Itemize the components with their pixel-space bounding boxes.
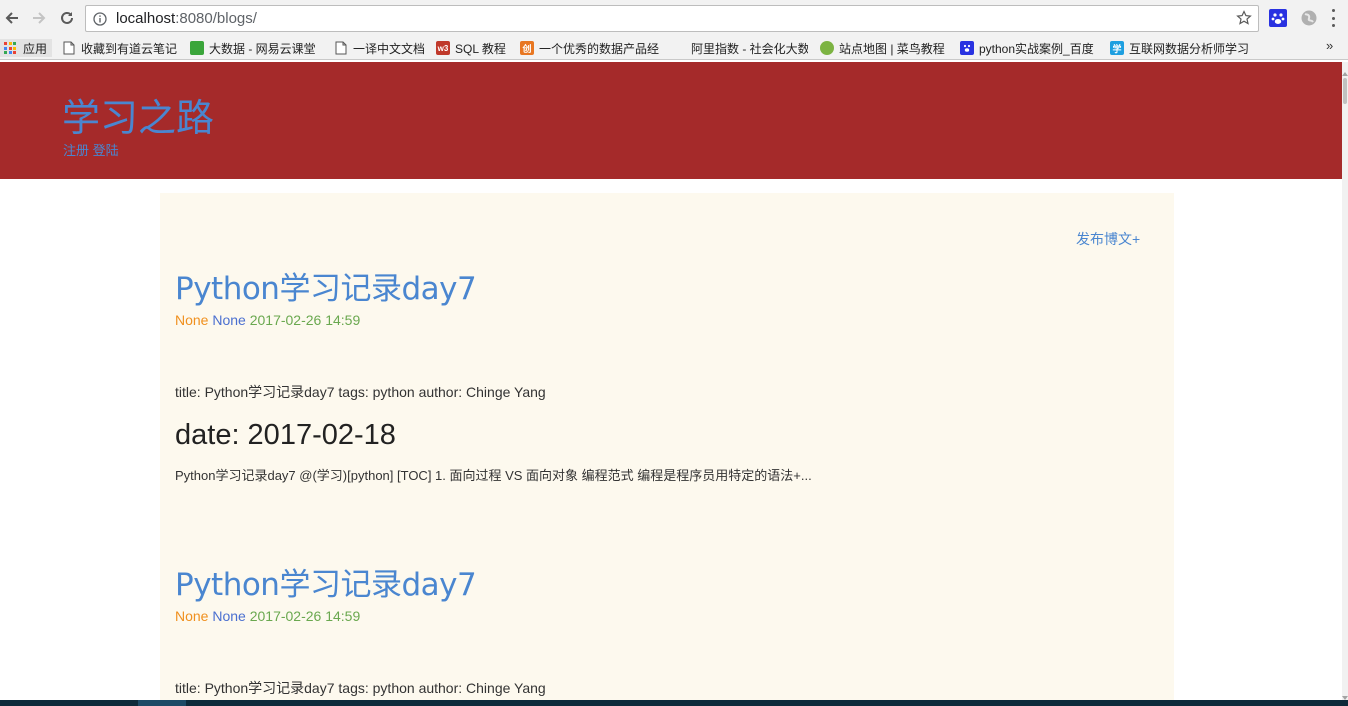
taskbar-active-item[interactable]: [138, 700, 186, 706]
post-front-matter: title: Python学习记录day7 tags: python autho…: [175, 680, 546, 696]
scroll-thumb[interactable]: [1343, 78, 1347, 104]
post-category[interactable]: None: [175, 312, 208, 328]
baidu-paw-icon: [960, 41, 974, 55]
post-category[interactable]: None: [175, 608, 208, 624]
post-tag[interactable]: None: [212, 608, 245, 624]
page-icon: [334, 41, 348, 55]
bookmark-ali-index[interactable]: 阿里指数 - 社会化大数: [672, 39, 808, 57]
post-meta: None None 2017-02-26 14:59: [175, 312, 360, 328]
register-link[interactable]: 注册: [63, 143, 89, 158]
xue-icon: 学: [1110, 41, 1124, 55]
blog-list: 发布博文+ Python学习记录day7 None None 2017-02-2…: [160, 193, 1174, 706]
bookmark-runoob[interactable]: 站点地图 | 菜鸟教程: [820, 39, 950, 57]
info-icon[interactable]: [93, 12, 107, 31]
bookmark-python-cases[interactable]: python实战案例_百度: [960, 39, 1100, 57]
post-heading: date: 2017-02-18: [175, 419, 396, 451]
page-icon: [62, 41, 76, 55]
bookmarks-bar: 应用 收藏到有道云笔记 大数据 - 网易云课堂 一译中文文档 w3 SQL 教程…: [0, 36, 1348, 60]
more-bookmarks-icon[interactable]: »: [1326, 38, 1333, 53]
bookmark-apps[interactable]: 应用: [0, 39, 52, 57]
scroll-up-icon[interactable]: [1342, 64, 1348, 76]
login-link[interactable]: 登陆: [93, 143, 119, 158]
bookmark-data-product[interactable]: 创 一个优秀的数据产品经: [520, 39, 660, 57]
w3school-icon: w3: [436, 41, 450, 55]
post-date: 2017-02-26 14:59: [249, 312, 361, 328]
bookmark-netease[interactable]: 大数据 - 网易云课堂: [190, 39, 324, 57]
auth-links: 注册 登陆: [63, 140, 119, 159]
reload-icon[interactable]: [57, 8, 77, 28]
apps-grid-icon: [4, 42, 16, 54]
scroll-down-icon[interactable]: [1342, 688, 1348, 700]
post-title[interactable]: Python学习记录day7: [175, 263, 477, 308]
bookmark-star-icon[interactable]: [1236, 10, 1252, 31]
site-title[interactable]: 学习之路: [62, 87, 214, 142]
bookmark-sql[interactable]: w3 SQL 教程: [436, 39, 512, 57]
publish-post-link[interactable]: 发布博文+: [1076, 229, 1140, 249]
baidu-extension-icon[interactable]: [1269, 9, 1287, 27]
runoob-icon: [820, 41, 834, 55]
blank-icon: [672, 41, 686, 55]
post-summary: Python学习记录day7 @(学习)[python] [TOC] 1. 面向…: [175, 468, 812, 483]
bookmark-yiyi[interactable]: 一译中文文档: [334, 39, 426, 57]
address-bar[interactable]: localhost:8080/blogs/: [85, 5, 1259, 32]
post-date: 2017-02-26 14:59: [249, 608, 361, 624]
bookmark-youdao[interactable]: 收藏到有道云笔记: [62, 39, 180, 57]
page-scrollbar[interactable]: [1342, 62, 1348, 700]
site-header: 学习之路 注册 登陆: [0, 62, 1342, 179]
post-tag[interactable]: None: [212, 312, 245, 328]
forward-arrow-icon[interactable]: [29, 8, 49, 28]
netease-study-icon: [190, 41, 204, 55]
globe-extension-icon[interactable]: [1300, 9, 1318, 27]
post-front-matter: title: Python学习记录day7 tags: python autho…: [175, 384, 546, 400]
post-meta: None None 2017-02-26 14:59: [175, 608, 360, 624]
zhihu-like-icon: 创: [520, 41, 534, 55]
browser-menu-icon[interactable]: [1330, 9, 1336, 27]
os-taskbar: [0, 700, 1348, 706]
back-arrow-icon[interactable]: [2, 8, 22, 28]
browser-toolbar: localhost:8080/blogs/: [0, 0, 1348, 36]
url-text[interactable]: localhost:8080/blogs/: [116, 10, 257, 27]
bookmark-data-analyst[interactable]: 学 互联网数据分析师学习: [1110, 39, 1250, 57]
post-title[interactable]: Python学习记录day7: [175, 559, 477, 604]
